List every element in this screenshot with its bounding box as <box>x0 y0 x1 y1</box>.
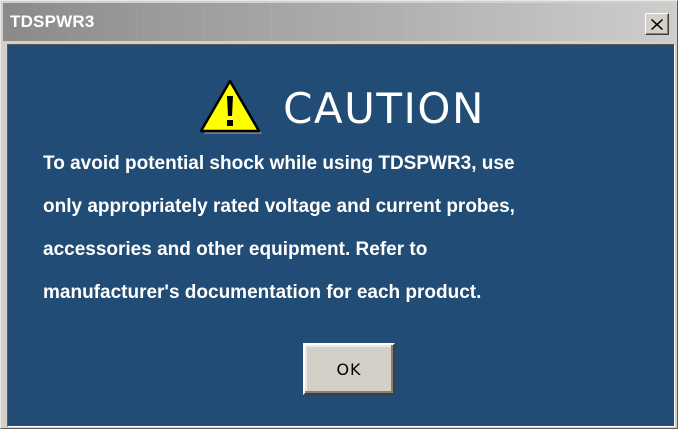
message-line: accessories and other equipment. Refer t… <box>43 239 428 260</box>
warning-icon <box>199 79 263 134</box>
dialog-body: CAUTION To avoid potential shock while u… <box>7 44 675 427</box>
window-title: TDSPWR3 <box>10 12 95 31</box>
close-icon <box>651 18 663 30</box>
caution-heading: CAUTION <box>283 83 485 133</box>
warning-message: To avoid potential shock while using TDS… <box>43 153 663 325</box>
message-line: To avoid potential shock while using TDS… <box>43 153 515 174</box>
ok-button[interactable]: OK <box>303 343 395 395</box>
caution-header: CAUTION <box>8 75 674 141</box>
title-bar[interactable]: TDSPWR3 <box>3 3 675 41</box>
close-button[interactable] <box>645 13 669 35</box>
title-bar-gradient <box>3 3 675 41</box>
message-line: only appropriately rated voltage and cur… <box>43 196 515 217</box>
message-line: manufacturer's documentation for each pr… <box>43 282 482 303</box>
dialog-window: TDSPWR3 CAUTION To avoid potential shock… <box>0 0 678 429</box>
